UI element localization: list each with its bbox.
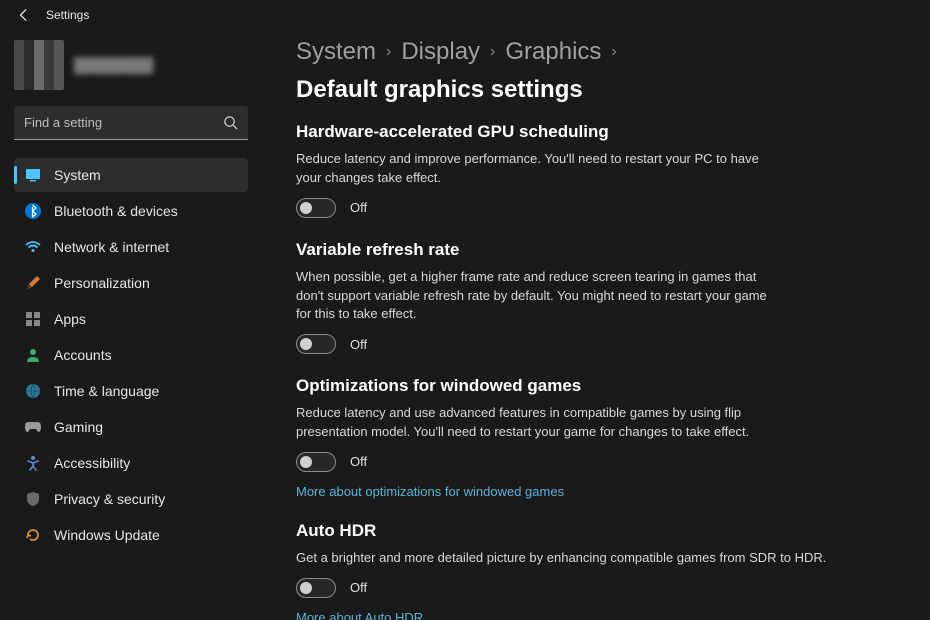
paintbrush-icon [24, 274, 42, 292]
sidebar-item-network[interactable]: Network & internet [14, 230, 248, 264]
sidebar-item-accessibility[interactable]: Accessibility [14, 446, 248, 480]
breadcrumb-graphics[interactable]: Graphics [505, 38, 601, 66]
wifi-icon [24, 238, 42, 256]
sidebar-item-personalization[interactable]: Personalization [14, 266, 248, 300]
sidebar-item-label: Privacy & security [54, 491, 165, 507]
toggle-state-label: Off [350, 454, 367, 469]
nav: System Bluetooth & devices Network & int… [14, 158, 248, 552]
section-auto-hdr: Auto HDR Get a brighter and more detaile… [296, 521, 906, 620]
shield-icon [24, 490, 42, 508]
toggle-state-label: Off [350, 580, 367, 595]
section-description: Get a brighter and more detailed picture… [296, 549, 856, 568]
sidebar-item-accounts[interactable]: Accounts [14, 338, 248, 372]
section-description: Reduce latency and improve performance. … [296, 150, 776, 188]
sidebar-item-privacy[interactable]: Privacy & security [14, 482, 248, 516]
windowed-optimizations-link[interactable]: More about optimizations for windowed ga… [296, 484, 564, 499]
sidebar-item-label: Bluetooth & devices [54, 203, 178, 219]
avatar [14, 40, 64, 90]
apps-icon [24, 310, 42, 328]
profile-block[interactable]: ████████ [14, 40, 248, 90]
back-button[interactable] [16, 7, 32, 23]
section-windowed-optimizations: Optimizations for windowed games Reduce … [296, 376, 906, 499]
window-title: Settings [46, 8, 89, 22]
windowed-optimizations-toggle[interactable] [296, 452, 336, 472]
accessibility-icon [24, 454, 42, 472]
breadcrumb-system[interactable]: System [296, 38, 376, 66]
chevron-right-icon: › [386, 43, 391, 61]
sidebar-item-label: Accessibility [54, 455, 130, 471]
main-content: System › Display › Graphics › Default gr… [258, 30, 930, 620]
sidebar-item-label: Gaming [54, 419, 103, 435]
sidebar-item-gaming[interactable]: Gaming [14, 410, 248, 444]
sidebar-item-label: Apps [54, 311, 86, 327]
auto-hdr-toggle[interactable] [296, 578, 336, 598]
person-icon [24, 346, 42, 364]
sidebar: ████████ System Bluetooth & devices Netw… [0, 30, 258, 620]
update-icon [24, 526, 42, 544]
variable-refresh-toggle[interactable] [296, 334, 336, 354]
bluetooth-icon [24, 202, 42, 220]
section-description: Reduce latency and use advanced features… [296, 404, 776, 442]
sidebar-item-bluetooth[interactable]: Bluetooth & devices [14, 194, 248, 228]
toggle-state-label: Off [350, 337, 367, 352]
sidebar-item-label: Accounts [54, 347, 112, 363]
globe-icon [24, 382, 42, 400]
search-icon [223, 115, 238, 130]
chevron-right-icon: › [490, 43, 495, 61]
breadcrumb-display[interactable]: Display [401, 38, 480, 66]
search-input[interactable] [24, 115, 223, 130]
breadcrumb: System › Display › Graphics › Default gr… [296, 38, 906, 104]
sidebar-item-label: Time & language [54, 383, 159, 399]
section-description: When possible, get a higher frame rate a… [296, 268, 776, 325]
sidebar-item-label: Windows Update [54, 527, 160, 543]
profile-name: ████████ [74, 57, 153, 73]
search-box[interactable] [14, 106, 248, 140]
section-title: Optimizations for windowed games [296, 376, 906, 396]
arrow-left-icon [17, 8, 31, 22]
sidebar-item-label: Personalization [54, 275, 150, 291]
sidebar-item-apps[interactable]: Apps [14, 302, 248, 336]
titlebar: Settings [0, 0, 930, 30]
sidebar-item-time-language[interactable]: Time & language [14, 374, 248, 408]
toggle-state-label: Off [350, 200, 367, 215]
gamepad-icon [24, 418, 42, 436]
section-title: Auto HDR [296, 521, 906, 541]
section-variable-refresh: Variable refresh rate When possible, get… [296, 240, 906, 355]
display-icon [24, 166, 42, 184]
chevron-right-icon: › [611, 43, 616, 61]
auto-hdr-link[interactable]: More about Auto HDR [296, 610, 423, 620]
sidebar-item-windows-update[interactable]: Windows Update [14, 518, 248, 552]
section-title: Variable refresh rate [296, 240, 906, 260]
breadcrumb-current: Default graphics settings [296, 76, 583, 104]
section-title: Hardware-accelerated GPU scheduling [296, 122, 906, 142]
sidebar-item-system[interactable]: System [14, 158, 248, 192]
section-gpu-scheduling: Hardware-accelerated GPU scheduling Redu… [296, 122, 906, 218]
sidebar-item-label: Network & internet [54, 239, 169, 255]
gpu-scheduling-toggle[interactable] [296, 198, 336, 218]
sidebar-item-label: System [54, 167, 101, 183]
